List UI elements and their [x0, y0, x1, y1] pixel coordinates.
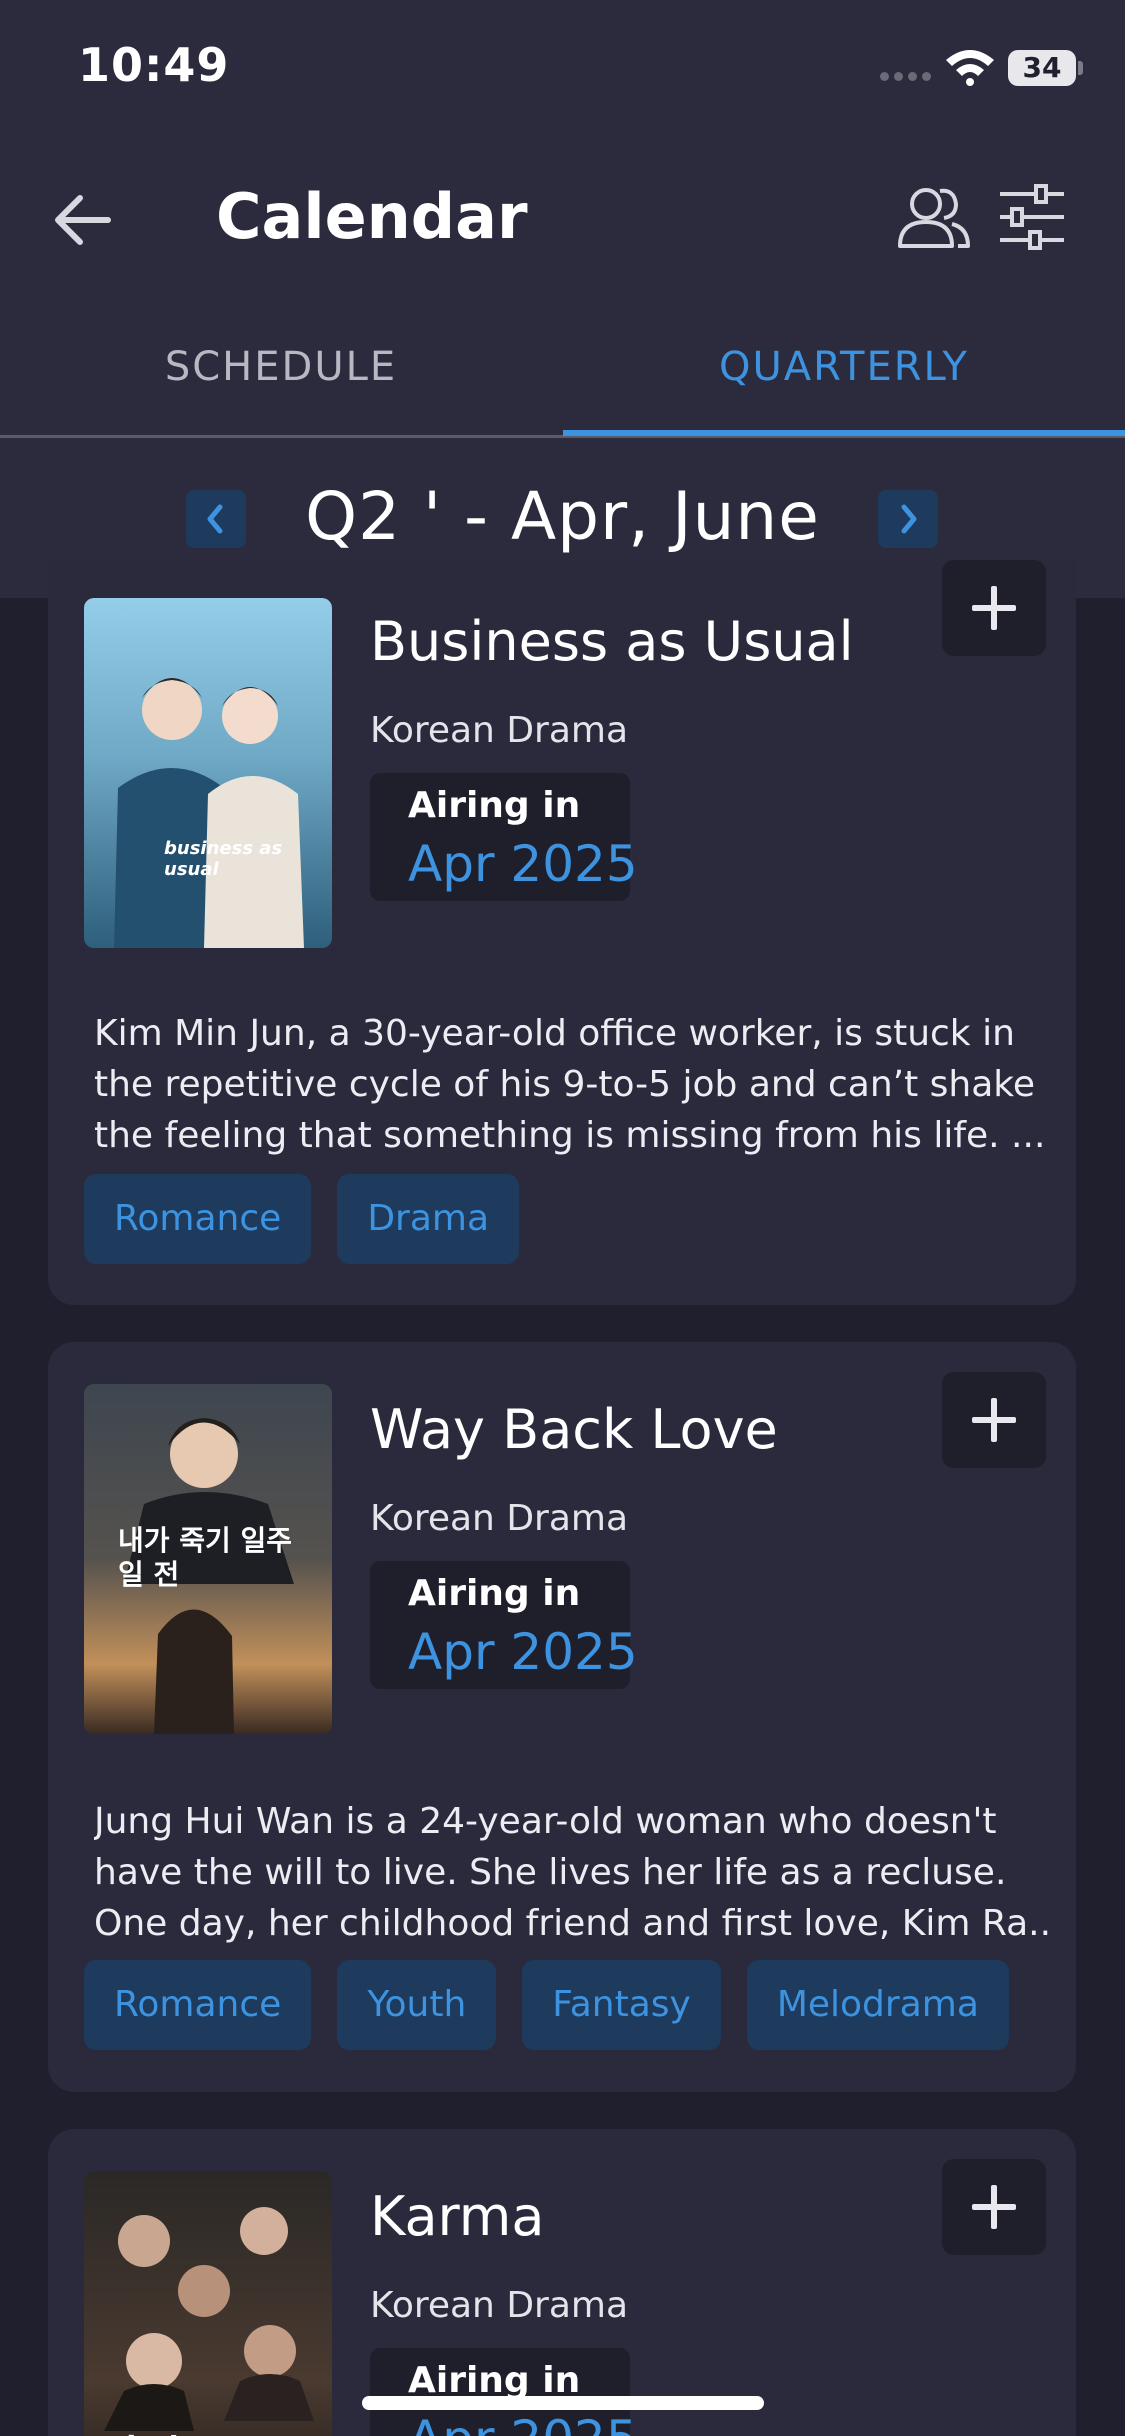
airing-info: Airing in Apr 2025 — [370, 1561, 638, 1689]
poster-title-text: 내가 죽기 일주일 전 — [118, 1524, 293, 1591]
airing-info: Airing in Apr 2025 — [370, 773, 638, 901]
show-description: Jung Hui Wan is a 24-year-old woman who … — [94, 1796, 1054, 1949]
show-title: Business as Usual — [370, 610, 854, 673]
tab-bar: SCHEDULE QUARTERLY — [0, 300, 1125, 438]
show-card[interactable]: 악연 Karma Korean Drama Airing in Apr 2025 — [48, 2129, 1076, 2436]
show-type: Korean Drama — [370, 2285, 629, 2326]
home-indicator — [362, 2396, 764, 2410]
genre-tag[interactable]: Drama — [337, 1174, 520, 1264]
app-screen: 10:49 34 Calendar SCHEDULE QUARTERLY Q2 … — [0, 0, 1125, 2436]
genre-tag[interactable]: Fantasy — [522, 1960, 721, 2050]
show-card[interactable]: business as usual Business as Usual Kore… — [48, 560, 1076, 1305]
airing-date: Apr 2025 — [408, 835, 638, 893]
poster-title-text: business as usual — [164, 838, 283, 880]
airing-label: Airing in — [408, 1573, 581, 1614]
genre-tag[interactable]: Romance — [84, 1174, 312, 1264]
show-poster: 내가 죽기 일주일 전 — [84, 1384, 332, 1734]
airing-date: Apr 2025 — [408, 2410, 638, 2436]
next-quarter-button[interactable] — [878, 490, 938, 548]
previous-quarter-button[interactable] — [186, 490, 246, 548]
show-type: Korean Drama — [370, 1498, 629, 1539]
show-title: Karma — [370, 2185, 545, 2248]
genre-tag[interactable]: Romance — [84, 1960, 312, 2050]
show-description: Kim Min Jun, a 30-year-old office worker… — [94, 1008, 1054, 1161]
genre-tags: Romance Drama — [84, 1174, 520, 1264]
add-to-list-button[interactable] — [942, 560, 1046, 656]
tab-quarterly[interactable]: QUARTERLY — [563, 300, 1125, 434]
airing-info: Airing in Apr 2025 — [370, 2348, 638, 2436]
battery-icon: 34 — [1008, 50, 1076, 86]
genre-tag[interactable]: Youth — [337, 1960, 497, 2050]
description-line: have the will to live. She lives her lif… — [94, 1852, 1007, 1893]
poster-figures — [104, 2207, 314, 2431]
status-time: 10:49 — [78, 38, 230, 92]
back-arrow-icon[interactable] — [52, 192, 112, 248]
poster-title-text: 악연 — [100, 2421, 181, 2436]
genre-tags: Romance Youth Fantasy Melodrama — [84, 1960, 1009, 2050]
quarter-label: Q2 ' - Apr, June — [305, 478, 820, 555]
show-poster: business as usual — [84, 598, 332, 948]
filter-sliders-icon[interactable] — [996, 182, 1068, 252]
chevron-left-icon — [207, 504, 223, 534]
description-line: One day, her childhood friend and first … — [94, 1903, 1054, 1944]
airing-label: Airing in — [408, 2360, 581, 2401]
show-poster: 악연 — [84, 2171, 332, 2436]
add-to-list-button[interactable] — [942, 1372, 1046, 1468]
add-to-list-button[interactable] — [942, 2159, 1046, 2255]
tab-schedule[interactable]: SCHEDULE — [0, 300, 562, 434]
wifi-icon — [946, 50, 994, 86]
chevron-right-icon — [901, 504, 917, 534]
status-bar: 10:49 34 — [0, 0, 1125, 140]
cellular-signal-icon — [880, 72, 931, 81]
battery-tip — [1078, 61, 1083, 75]
page-title: Calendar — [216, 180, 528, 253]
app-bar: Calendar — [0, 140, 1125, 300]
airing-date: Apr 2025 — [408, 1623, 638, 1681]
show-title: Way Back Love — [370, 1398, 778, 1461]
description-line: the feeling that something is missing fr… — [94, 1115, 1046, 1156]
genre-tag[interactable]: Melodrama — [746, 1960, 1009, 2050]
airing-label: Airing in — [408, 785, 581, 826]
active-tab-indicator — [563, 430, 1125, 436]
show-type: Korean Drama — [370, 710, 629, 751]
people-icon[interactable] — [896, 184, 972, 250]
description-line: Jung Hui Wan is a 24-year-old woman who … — [94, 1801, 997, 1842]
description-line: the repetitive cycle of his 9-to-5 job a… — [94, 1064, 1036, 1105]
poster-figures — [114, 678, 304, 948]
description-line: Kim Min Jun, a 30-year-old office worker… — [94, 1013, 1015, 1054]
show-card[interactable]: 내가 죽기 일주일 전 Way Back Love Korean Drama A… — [48, 1342, 1076, 2092]
